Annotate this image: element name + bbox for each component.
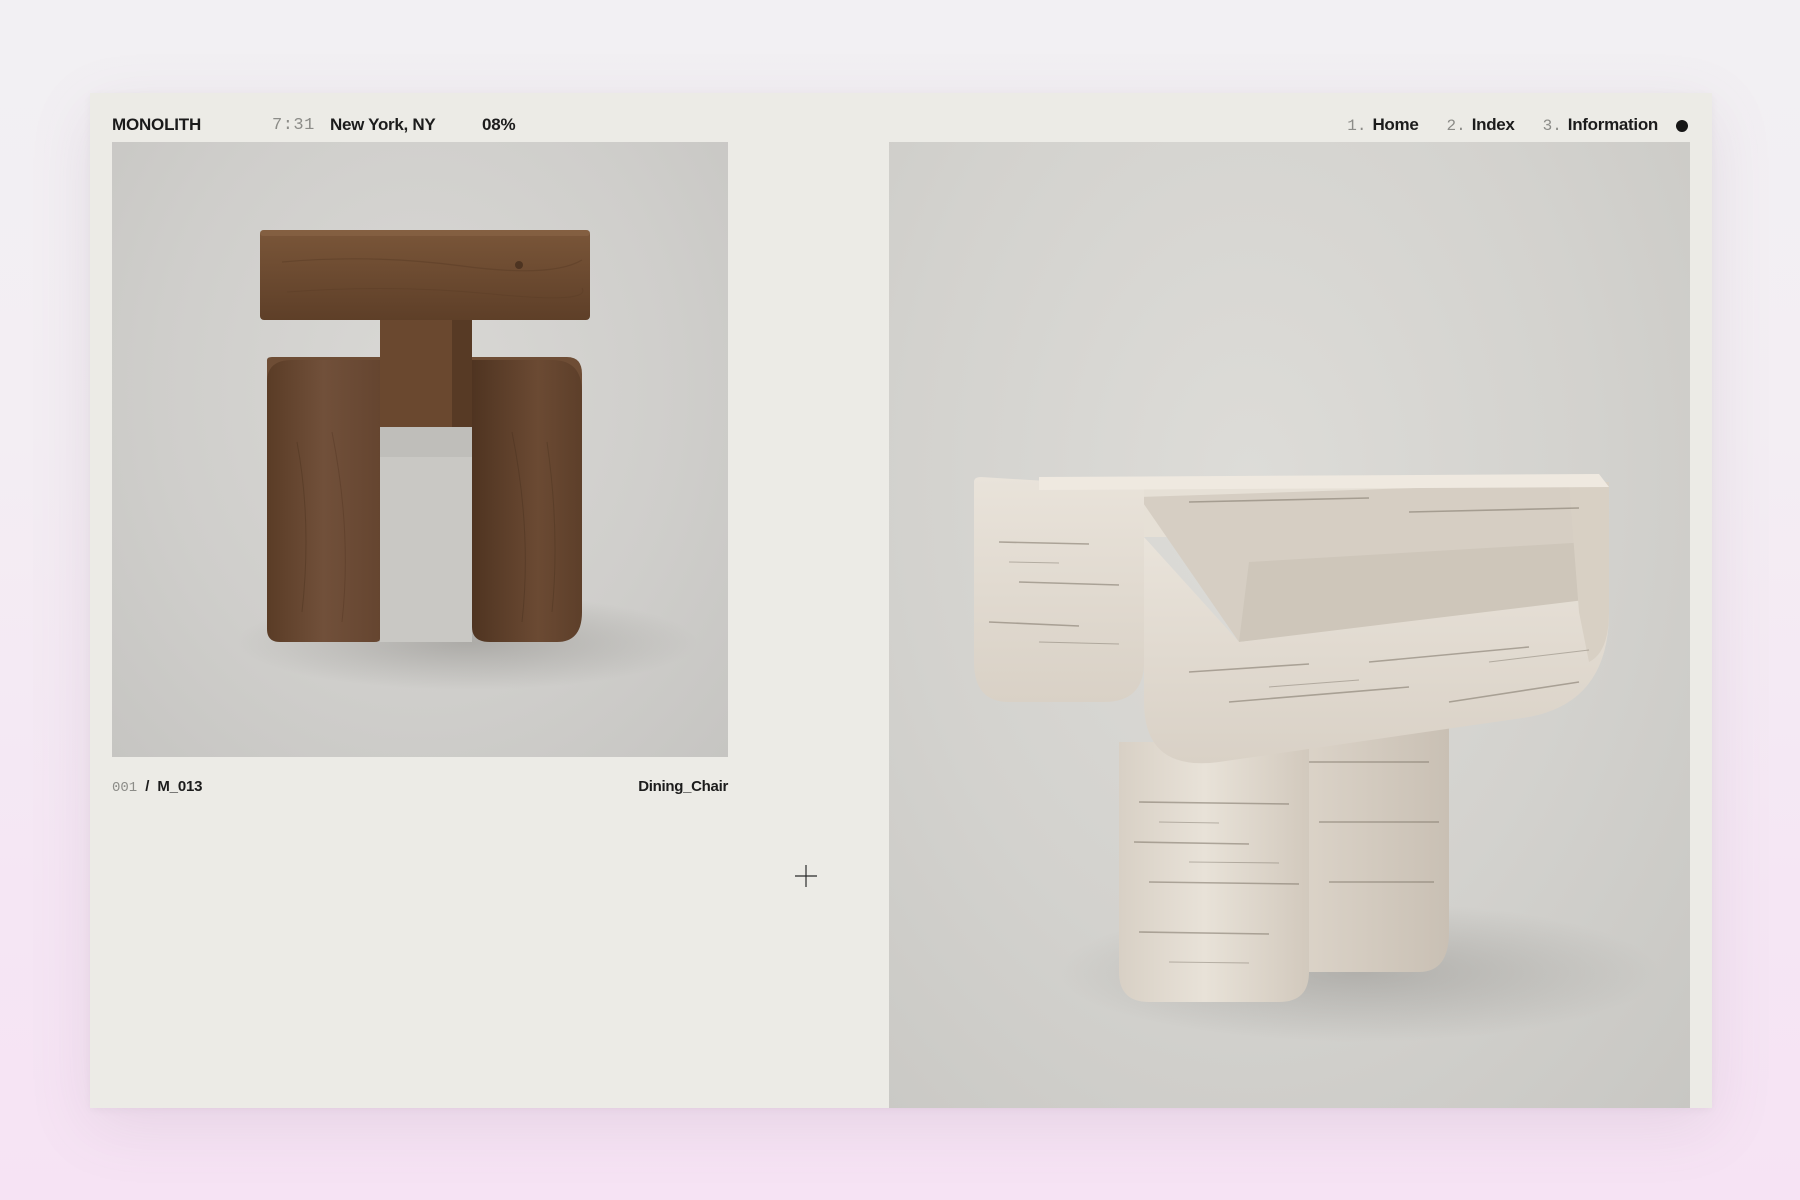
nav-item-index[interactable]: 2. Index [1446,115,1514,135]
stone-chair-image [974,474,1659,1042]
nav-item-number: 3. [1542,117,1562,135]
app-window: MONOLITH 7:31 New York, NY 08% 1. Home 2… [90,93,1712,1108]
product-index: 001 [112,780,138,796]
status-dot-icon[interactable] [1676,120,1688,132]
nav-item-number: 1. [1347,117,1367,135]
brand-logo[interactable]: MONOLITH [112,115,201,135]
product-separator: / [145,778,150,795]
top-bar: MONOLITH 7:31 New York, NY 08% 1. Home 2… [90,93,1712,143]
main-nav: 1. Home 2. Index 3. Information [1347,115,1658,135]
nav-item-home[interactable]: 1. Home [1347,115,1419,135]
nav-item-label: Information [1567,115,1659,134]
nav-item-number: 2. [1446,117,1466,135]
nav-item-label: Index [1471,115,1515,134]
nav-item-label: Home [1372,115,1419,134]
product-thumbnail[interactable] [112,142,728,757]
product-code: M_013 [157,778,203,795]
location-label: New York, NY [330,115,436,134]
product-meta: 001 / M_013 [112,778,202,796]
product-name: Dining_Chair [638,778,728,795]
hero-product-image[interactable] [889,142,1690,1108]
wooden-chair-image [237,230,697,690]
crosshair-plus-icon[interactable] [795,865,817,887]
nav-item-information[interactable]: 3. Information [1542,115,1659,135]
local-time: 7:31 [272,116,315,135]
progress-percent: 08% [482,115,516,134]
